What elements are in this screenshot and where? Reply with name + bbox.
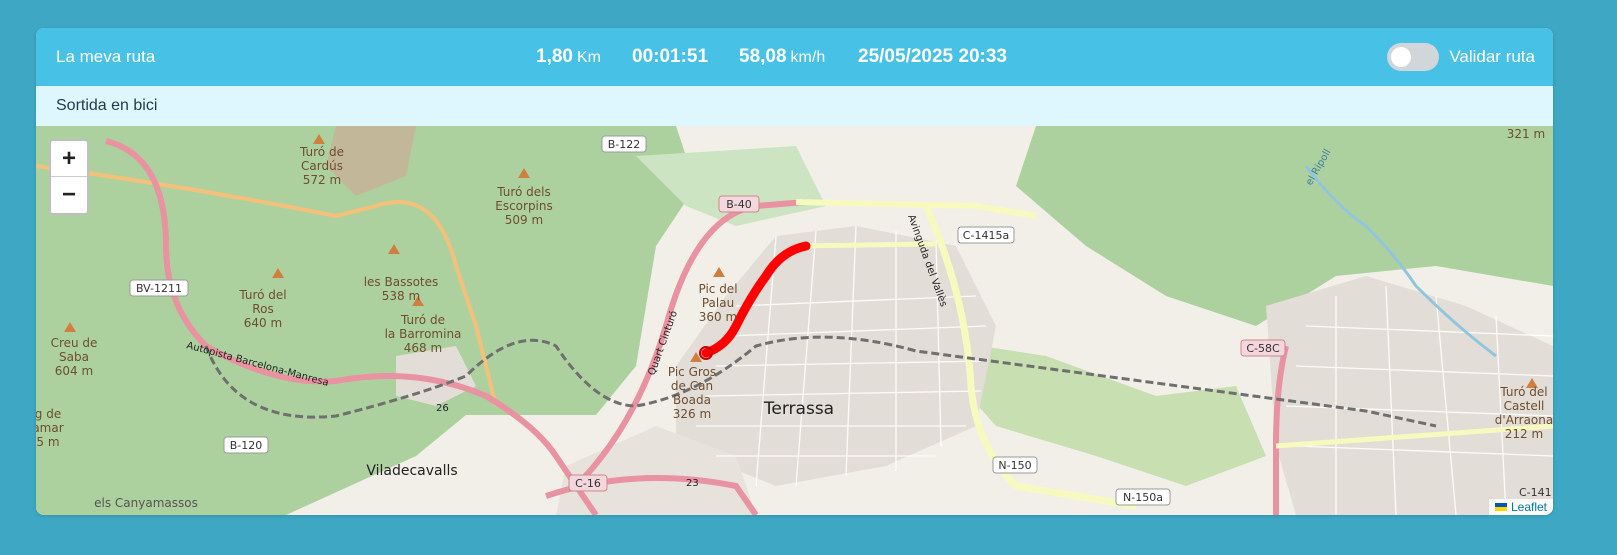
datetime-stat: 25/05/2025 20:33 bbox=[858, 46, 1007, 67]
leaflet-link[interactable]: Leaflet bbox=[1511, 500, 1547, 514]
creu-saba-label: Creu de bbox=[51, 336, 98, 350]
c16-shield: C-16 bbox=[575, 477, 601, 490]
barromina-alt: 468 m bbox=[404, 341, 442, 355]
bassotes-label: les Bassotes bbox=[364, 275, 439, 289]
edge-left-label3: 5 m bbox=[36, 435, 59, 449]
road-23-label: 23 bbox=[686, 478, 699, 489]
distance-stat: 1,80 Km bbox=[536, 28, 601, 87]
forest-area-east bbox=[1016, 126, 1553, 326]
pic-gros-alt: 326 m bbox=[673, 407, 711, 421]
route-card: La meva ruta 1,80 Km 00:01:51 58,08 km/h 2… bbox=[36, 28, 1553, 515]
barromina-label2: la Barromina bbox=[385, 327, 462, 341]
pic-gros-label2: de Can bbox=[671, 379, 713, 393]
speed-stat: 58,08 km/h bbox=[739, 28, 825, 87]
castell-label3: d'Arraona bbox=[1495, 413, 1553, 427]
zoom-out-button[interactable]: − bbox=[51, 177, 87, 212]
route-description: Sortida en bici bbox=[56, 97, 158, 114]
turo-cardus-label2: Cardús bbox=[301, 159, 343, 173]
map-view[interactable]: B-122 B-40 C-1415a BV-1211 B-120 C-16 N-… bbox=[36, 126, 1553, 515]
speed-value: 58,08 bbox=[739, 46, 787, 67]
distance-value: 1,80 bbox=[536, 46, 573, 67]
castell-label: Turó del bbox=[1499, 385, 1547, 399]
barromina-label: Turó de bbox=[400, 313, 445, 327]
turo-escorpins-alt: 509 m bbox=[505, 213, 543, 227]
castell-alt: 212 m bbox=[1505, 427, 1543, 441]
turo-escorpins-label: Turó dels bbox=[496, 185, 551, 199]
route-description-bar: Sortida en bici bbox=[36, 86, 1553, 126]
validate-route-toggle[interactable] bbox=[1387, 43, 1440, 71]
n150a-shield: N-150a bbox=[1123, 491, 1163, 504]
pic-palau-alt: 360 m bbox=[699, 310, 737, 324]
pic-gros-label: Pic Gros bbox=[668, 365, 716, 379]
ukraine-flag-icon bbox=[1494, 503, 1507, 511]
b120-shield: B-120 bbox=[230, 439, 263, 452]
pic-gros-label3: Boada bbox=[673, 393, 711, 407]
turo-cardus-alt: 572 m bbox=[303, 173, 341, 187]
bv1211-shield: BV-1211 bbox=[136, 282, 182, 295]
pic-palau-label: Pic del bbox=[698, 282, 737, 296]
turo-cardus-label: Turó de bbox=[299, 145, 344, 159]
c1415a-road bbox=[795, 241, 937, 249]
terrassa-label: Terrassa bbox=[763, 399, 834, 419]
turo-ros-label2: Ros bbox=[252, 302, 273, 316]
canyamassos-label: els Canyamassos bbox=[94, 496, 198, 510]
edge-left-label2: amar bbox=[36, 421, 64, 435]
speed-unit: km/h bbox=[790, 49, 826, 66]
turo-escorpins-label2: Escorpins bbox=[495, 199, 553, 213]
distance-unit: Km bbox=[576, 49, 601, 66]
toggle-knob bbox=[1391, 47, 1412, 67]
zoom-control: + − bbox=[49, 139, 89, 215]
route-header: La meva ruta 1,80 Km 00:01:51 58,08 km/h 2… bbox=[36, 28, 1553, 86]
road-26-label: 26 bbox=[436, 403, 449, 414]
alt-321-label: 321 m bbox=[1507, 127, 1545, 141]
bassotes-alt: 538 m bbox=[382, 289, 420, 303]
route-name: La meva ruta bbox=[56, 47, 156, 66]
creu-saba-label2: Saba bbox=[59, 350, 89, 364]
turo-ros-alt: 640 m bbox=[244, 316, 282, 330]
zoom-in-button[interactable]: + bbox=[51, 141, 87, 177]
edge-left-label1: g de bbox=[36, 407, 61, 421]
duration-stat: 00:01:51 bbox=[632, 46, 709, 67]
validate-route-label: Validar ruta bbox=[1449, 47, 1535, 66]
castell-label2: Castell bbox=[1504, 399, 1545, 413]
b40-shield: B-40 bbox=[726, 198, 752, 211]
creu-saba-alt: 604 m bbox=[55, 364, 93, 378]
viladecavalls-label: Viladecavalls bbox=[366, 463, 457, 479]
validate-toggle-group: Validar ruta bbox=[1387, 28, 1535, 86]
n150-shield: N-150 bbox=[998, 459, 1031, 472]
c1415a-shield: C-1415a bbox=[963, 229, 1009, 242]
b122-shield: B-122 bbox=[608, 138, 641, 151]
map-attribution: Leaflet bbox=[1488, 499, 1553, 515]
c141-shield: C-141 bbox=[1519, 486, 1552, 499]
pic-palau-label2: Palau bbox=[702, 296, 734, 310]
c58c-shield: C-58C bbox=[1246, 342, 1280, 355]
map-tiles: B-122 B-40 C-1415a BV-1211 B-120 C-16 N-… bbox=[36, 126, 1553, 515]
turo-ros-label: Turó del bbox=[238, 288, 286, 302]
